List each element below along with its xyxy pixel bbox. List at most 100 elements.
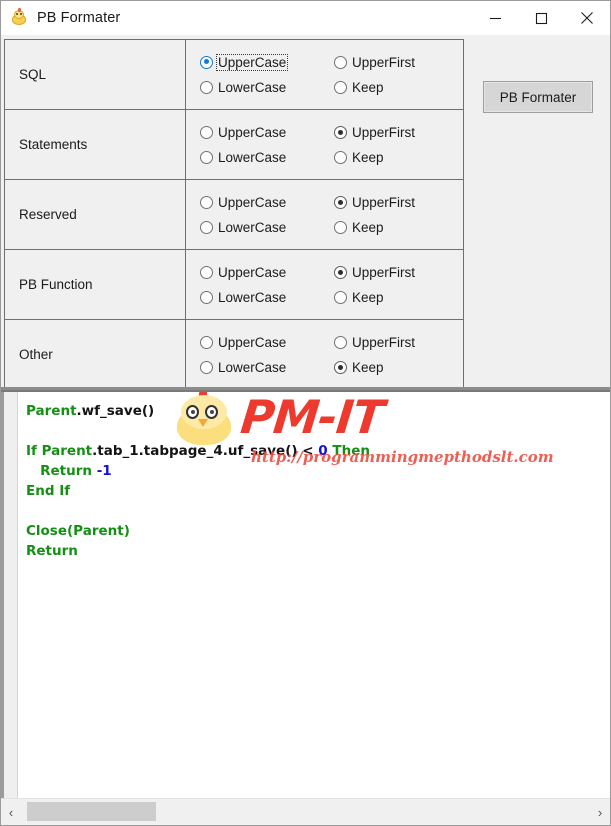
radio-label: Keep [352, 359, 384, 375]
radio-reserved-upperfirst[interactable]: UpperFirst [334, 193, 468, 211]
code-token: If [26, 443, 42, 459]
pb-formater-button[interactable]: PB Formater [483, 81, 593, 113]
scroll-left-arrow-icon[interactable]: ‹ [1, 799, 21, 825]
code-token: Parent [26, 403, 77, 419]
radio-dot-icon [334, 150, 347, 164]
radio-statements-keep[interactable]: Keep [334, 148, 468, 166]
close-button[interactable] [564, 1, 610, 35]
radio-label: UpperFirst [352, 264, 416, 280]
radio-label: Keep [352, 219, 384, 235]
row-label: Reserved [5, 180, 186, 249]
radio-dot-icon [200, 360, 213, 374]
radio-dot-icon [334, 55, 347, 69]
option-row-reserved: Reserved UpperCase LowerCase UpperFirst … [5, 180, 463, 250]
code-line: Close(Parent) [26, 521, 610, 541]
maximize-button[interactable] [518, 1, 564, 35]
radio-label: UpperCase [215, 53, 289, 71]
radio-pbfunction-upperfirst[interactable]: UpperFirst [334, 263, 468, 281]
radio-label: UpperCase [218, 124, 287, 140]
code-token: .wf_save() [76, 403, 155, 419]
radio-dot-icon [334, 80, 347, 94]
radio-dot-icon [200, 55, 213, 69]
code-token: Close [26, 523, 68, 539]
row-choices: UpperCase LowerCase UpperFirst Keep [186, 110, 468, 179]
row-choices: UpperCase LowerCase UpperFirst Keep [186, 40, 468, 109]
scroll-right-arrow-icon[interactable]: › [590, 799, 610, 825]
code-token: (Parent) [67, 523, 130, 539]
radio-label: UpperFirst [352, 124, 416, 140]
option-row-other: Other UpperCase LowerCase UpperFirst Kee… [5, 320, 463, 390]
radio-label: LowerCase [218, 79, 287, 95]
radio-pbfunction-lowercase[interactable]: LowerCase [200, 288, 334, 306]
radio-statements-upperfirst[interactable]: UpperFirst [334, 123, 468, 141]
radio-dot-icon [200, 125, 213, 139]
scroll-track[interactable] [21, 799, 590, 825]
window-controls [472, 1, 610, 35]
editor-left-frame [1, 392, 4, 798]
radio-label: Keep [352, 149, 384, 165]
option-row-pb-function: PB Function UpperCase LowerCase UpperFir… [5, 250, 463, 320]
code-editor: Parent.wf_save() If Parent.tab_1.tabpage… [1, 390, 610, 825]
radio-dot-icon [200, 220, 213, 234]
radio-sql-uppercase[interactable]: UpperCase [200, 53, 334, 71]
radio-label: Keep [352, 289, 384, 305]
editor-body[interactable]: Parent.wf_save() If Parent.tab_1.tabpage… [1, 392, 610, 798]
radio-dot-icon [334, 360, 347, 374]
code-token: Then [327, 443, 370, 459]
radio-dot-icon [334, 290, 347, 304]
code-token: -1 [96, 463, 112, 479]
code-line: If Parent.tab_1.tabpage_4.uf_save() < 0 … [26, 441, 610, 461]
radio-label: Keep [352, 79, 384, 95]
radio-dot-icon [334, 335, 347, 349]
radio-dot-icon [200, 80, 213, 94]
radio-label: UpperFirst [352, 54, 416, 70]
code-token: .tab_1.tabpage_4.uf_save() [92, 443, 298, 459]
radio-sql-upperfirst[interactable]: UpperFirst [334, 53, 468, 71]
radio-sql-keep[interactable]: Keep [334, 78, 468, 96]
code-line: Parent.wf_save() [26, 401, 610, 421]
app-window: PB Formater SQL UpperCase LowerCase Uppe… [0, 0, 611, 826]
radio-dot-icon [200, 195, 213, 209]
option-row-statements: Statements UpperCase LowerCase UpperFirs… [5, 110, 463, 180]
radio-dot-icon [200, 290, 213, 304]
option-row-sql: SQL UpperCase LowerCase UpperFirst Keep [5, 40, 463, 110]
row-choices: UpperCase LowerCase UpperFirst Keep [186, 320, 468, 389]
radio-dot-icon [334, 195, 347, 209]
minimize-button[interactable] [472, 1, 518, 35]
radio-pbfunction-uppercase[interactable]: UpperCase [200, 263, 334, 281]
options-panel: SQL UpperCase LowerCase UpperFirst Keep … [1, 35, 610, 390]
radio-dot-icon [334, 265, 347, 279]
radio-label: UpperCase [218, 334, 287, 350]
radio-other-upperfirst[interactable]: UpperFirst [334, 333, 468, 351]
horizontal-scrollbar[interactable]: ‹ › [1, 798, 610, 825]
radio-other-keep[interactable]: Keep [334, 358, 468, 376]
radio-reserved-uppercase[interactable]: UpperCase [200, 193, 334, 211]
radio-statements-lowercase[interactable]: LowerCase [200, 148, 334, 166]
radio-label: LowerCase [218, 149, 287, 165]
radio-dot-icon [334, 125, 347, 139]
scroll-thumb[interactable] [27, 802, 156, 821]
case-options-grid: SQL UpperCase LowerCase UpperFirst Keep … [4, 39, 464, 390]
row-label: Statements [5, 110, 186, 179]
row-label: Other [5, 320, 186, 389]
radio-label: UpperCase [218, 264, 287, 280]
radio-label: LowerCase [218, 289, 287, 305]
radio-label: LowerCase [218, 219, 287, 235]
radio-sql-lowercase[interactable]: LowerCase [200, 78, 334, 96]
code-token: < [297, 443, 319, 459]
radio-reserved-lowercase[interactable]: LowerCase [200, 218, 334, 236]
radio-dot-icon [334, 220, 347, 234]
radio-other-lowercase[interactable]: LowerCase [200, 358, 334, 376]
radio-label: UpperFirst [352, 334, 416, 350]
radio-pbfunction-keep[interactable]: Keep [334, 288, 468, 306]
code-text-area[interactable]: Parent.wf_save() If Parent.tab_1.tabpage… [18, 392, 610, 798]
radio-reserved-keep[interactable]: Keep [334, 218, 468, 236]
row-choices: UpperCase LowerCase UpperFirst Keep [186, 250, 468, 319]
action-pane: PB Formater [466, 39, 607, 390]
radio-statements-uppercase[interactable]: UpperCase [200, 123, 334, 141]
row-choices: UpperCase LowerCase UpperFirst Keep [186, 180, 468, 249]
radio-other-uppercase[interactable]: UpperCase [200, 333, 334, 351]
code-line: End If [26, 481, 610, 501]
